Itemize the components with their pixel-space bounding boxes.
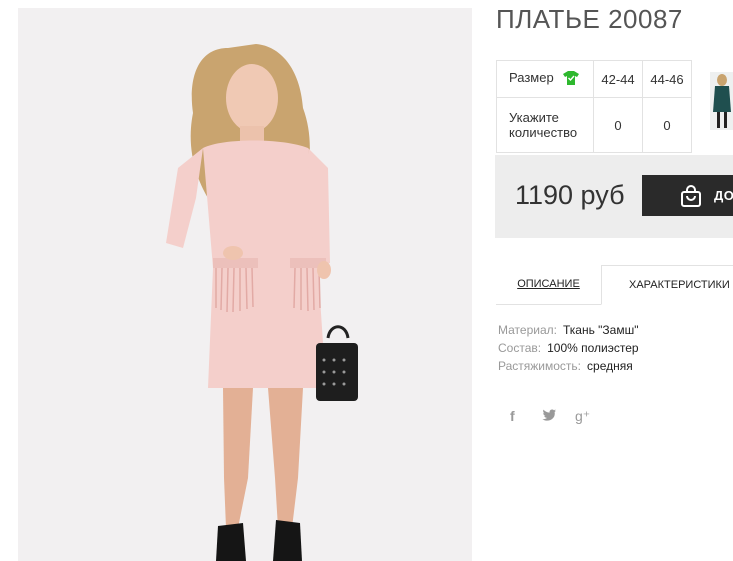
- product-photo[interactable]: [18, 8, 472, 561]
- add-to-cart-label: ДОБАВИТЬ: [714, 188, 733, 203]
- quantity-input-1[interactable]: 0: [642, 97, 692, 153]
- size-option-1: 44-46: [642, 60, 692, 98]
- size-quantity-table: Размер 42-44 44-46 Укажите количество 0 …: [496, 60, 692, 153]
- size-label-cell: Размер: [496, 60, 594, 98]
- spec-key: Состав:: [498, 341, 542, 355]
- color-thumbnail[interactable]: [710, 72, 733, 130]
- tab-characteristics[interactable]: ХАРАКТЕРИСТИКИ: [601, 265, 733, 305]
- spec-key: Растяжимость:: [498, 359, 582, 373]
- size-row: Размер 42-44 44-46: [496, 60, 692, 98]
- tab-description[interactable]: ОПИСАНИЕ: [496, 265, 601, 304]
- model-illustration: [18, 8, 472, 561]
- tshirt-icon[interactable]: [563, 70, 580, 88]
- quantity-row: Укажите количество 0 0: [496, 97, 692, 153]
- spec-row: Состав: 100% полиэстер: [498, 339, 639, 357]
- tab-description-label: ОПИСАНИЕ: [517, 278, 580, 290]
- add-to-cart-button[interactable]: ДОБАВИТЬ: [642, 175, 733, 216]
- quantity-label: Укажите количество: [496, 97, 594, 153]
- shopping-bag-icon: [679, 184, 703, 213]
- quantity-input-0[interactable]: 0: [593, 97, 643, 153]
- twitter-icon[interactable]: [542, 408, 556, 424]
- google-plus-icon[interactable]: g⁺: [575, 408, 590, 425]
- product-title: ПЛАТЬЕ 20087: [496, 4, 683, 34]
- size-option-0: 42-44: [593, 60, 643, 98]
- spec-value: 100% полиэстер: [547, 341, 639, 355]
- spec-value: средняя: [587, 359, 633, 373]
- size-label: Размер: [509, 70, 554, 86]
- spec-row: Растяжимость: средняя: [498, 357, 639, 375]
- spec-row: Материал: Ткань "Замш": [498, 321, 639, 339]
- price-box: 1190 руб ДОБАВИТЬ: [495, 155, 733, 238]
- spec-key: Материал:: [498, 323, 557, 337]
- price: 1190 руб: [515, 180, 625, 210]
- spec-value: Ткань "Замш": [562, 323, 639, 337]
- tab-characteristics-label: ХАРАКТЕРИСТИКИ: [629, 279, 730, 291]
- facebook-icon[interactable]: f: [510, 408, 515, 424]
- characteristics-list: Материал: Ткань "Замш" Состав: 100% полиэс…: [498, 321, 639, 375]
